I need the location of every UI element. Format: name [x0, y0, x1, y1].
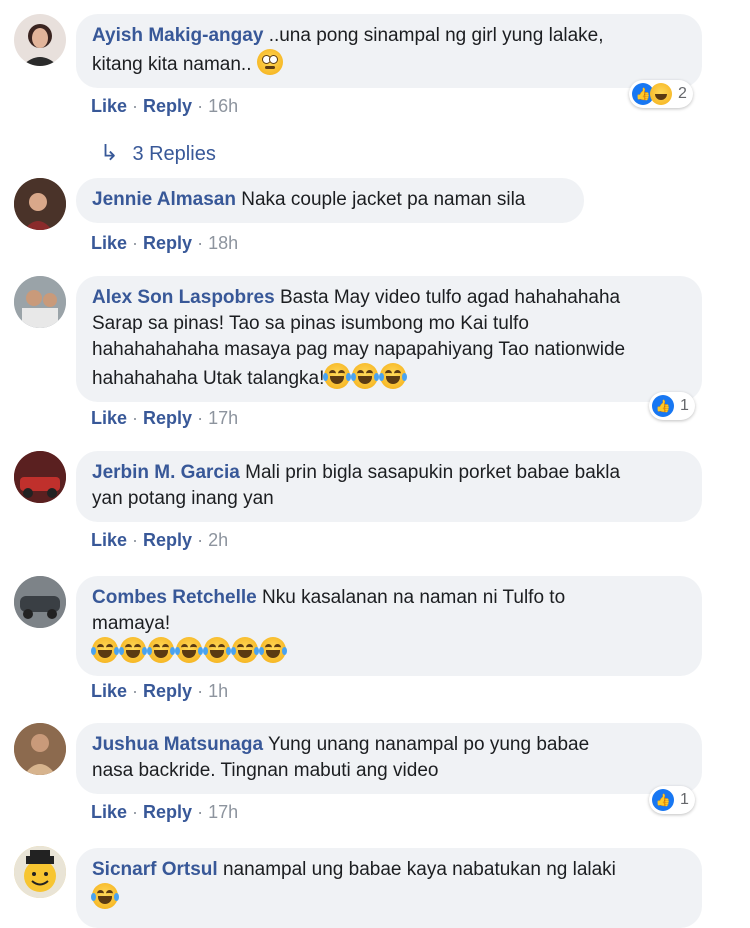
reply-link[interactable]: Reply	[143, 408, 192, 428]
comment-text: Nku kasalanan na naman ni Tulfo to	[262, 587, 566, 608]
comment-actions: Like · Reply · 2h	[91, 530, 229, 550]
comment-text: kitang kita naman..	[92, 54, 252, 75]
reaction-count: 2	[678, 85, 687, 102]
reaction-summary[interactable]: 👍 1	[649, 786, 695, 814]
like-link[interactable]: Like	[91, 802, 127, 822]
comment-actions: Like · Reply · 18h	[91, 233, 239, 253]
laughing-tears-emoji-icon	[379, 363, 408, 389]
like-link[interactable]: Like	[91, 530, 127, 550]
comment-text: yan potang inang yan	[92, 488, 274, 509]
comment-bubble: Jushua Matsunaga Yung unang nanampal po …	[76, 723, 702, 794]
comment-author[interactable]: Ayish Makig-angay	[92, 25, 263, 46]
avatar[interactable]	[14, 451, 66, 503]
comment-author[interactable]: Sicnarf Ortsul	[92, 859, 218, 880]
like-link[interactable]: Like	[91, 96, 127, 116]
laughing-tears-emoji-icon	[323, 363, 352, 389]
comment-author[interactable]: Jerbin M. Garcia	[92, 462, 240, 483]
like-link[interactable]: Like	[91, 408, 127, 428]
avatar[interactable]	[14, 723, 66, 775]
laughing-tears-emoji-icon	[91, 637, 119, 663]
comment-bubble: Combes Retchelle Nku kasalanan na naman …	[76, 576, 702, 676]
comment-actions: Like · Reply · 17h	[91, 802, 239, 822]
avatar[interactable]	[14, 178, 66, 230]
reply-link[interactable]: Reply	[143, 530, 192, 550]
laughing-tears-emoji-icon	[175, 637, 203, 663]
timestamp[interactable]: 18h	[208, 233, 238, 253]
avatar[interactable]	[14, 276, 66, 328]
view-replies-link[interactable]: ↳ 3 Replies	[100, 140, 216, 166]
comment-bubble: Jerbin M. Garcia Mali prin bigla sasapuk…	[76, 451, 702, 522]
comment-text: Naka couple jacket pa naman sila	[241, 189, 526, 210]
comment-text: ..una pong sinampal ng girl yung lalake,	[268, 25, 604, 46]
laughing-tears-emoji-icon	[203, 637, 231, 663]
comment-actions: Like · Reply · 16h	[91, 96, 239, 116]
reply-link[interactable]: Reply	[143, 96, 192, 116]
avatar[interactable]	[14, 14, 66, 66]
avatar[interactable]	[14, 576, 66, 628]
comment-author[interactable]: Jushua Matsunaga	[92, 734, 263, 755]
comment-text: hahahahaha Utak talangka!	[92, 368, 325, 389]
comment-text: Basta May video tulfo agad hahahahaha	[279, 287, 621, 308]
like-link[interactable]: Like	[91, 681, 127, 701]
replies-label: 3 Replies	[132, 143, 216, 165]
timestamp[interactable]: 1h	[208, 681, 228, 701]
reply-link[interactable]: Reply	[143, 233, 192, 253]
laughing-tears-emoji-icon	[351, 363, 380, 389]
avatar[interactable]	[14, 846, 66, 898]
timestamp[interactable]: 17h	[208, 802, 238, 822]
comment-actions: Like · Reply · 1h	[91, 681, 229, 701]
reaction-count: 1	[680, 791, 689, 808]
timestamp[interactable]: 16h	[208, 96, 238, 116]
comment-bubble: Sicnarf Ortsul nanampal ung babae kaya n…	[76, 848, 702, 928]
comment-author[interactable]: Alex Son Laspobres	[92, 287, 275, 308]
comment-text: hahahahahaha masaya pag may napapahiyang…	[92, 339, 626, 360]
timestamp[interactable]: 17h	[208, 408, 238, 428]
comment-text: mamaya!	[92, 613, 171, 634]
comment-text: nanampal ung babae kaya nabatukan ng lal…	[222, 859, 616, 880]
comment-text: nasa backride. Tingnan mabuti ang video	[92, 760, 439, 781]
reaction-summary[interactable]: 👍 1	[649, 392, 695, 420]
comment-text: Sarap sa pinas! Tao sa pinas isumbong mo…	[92, 313, 529, 334]
reply-arrow-icon: ↳	[100, 140, 119, 165]
comment-author[interactable]: Jennie Almasan	[92, 189, 236, 210]
laughing-tears-emoji-icon	[91, 883, 119, 909]
comment-actions: Like · Reply · 17h	[91, 408, 239, 428]
laughing-tears-emoji-icon	[147, 637, 175, 663]
laughing-tears-emoji-icon	[119, 637, 147, 663]
haha-reaction-icon	[650, 83, 672, 105]
comment-bubble: Jennie Almasan Naka couple jacket pa nam…	[76, 178, 584, 223]
like-reaction-icon: 👍	[652, 789, 674, 811]
eye-roll-emoji-icon	[256, 49, 283, 75]
laughing-tears-emoji-icon	[259, 637, 287, 663]
comment-text: Mali prin bigla sasapukin porket babae b…	[245, 462, 621, 483]
timestamp[interactable]: 2h	[208, 530, 228, 550]
like-reaction-icon: 👍	[652, 395, 674, 417]
emoji-row	[91, 637, 288, 663]
comment-text: Yung unang nanampal po yung babae	[267, 734, 590, 755]
like-link[interactable]: Like	[91, 233, 127, 253]
reaction-count: 1	[680, 397, 689, 414]
comment-bubble: Ayish Makig-angay ..una pong sinampal ng…	[76, 14, 702, 88]
reply-link[interactable]: Reply	[143, 681, 192, 701]
laughing-tears-emoji-icon	[231, 637, 259, 663]
reaction-summary[interactable]: 👍 2	[629, 80, 693, 108]
comment-author[interactable]: Combes Retchelle	[92, 587, 257, 608]
comment-bubble: Alex Son Laspobres Basta May video tulfo…	[76, 276, 702, 402]
reply-link[interactable]: Reply	[143, 802, 192, 822]
